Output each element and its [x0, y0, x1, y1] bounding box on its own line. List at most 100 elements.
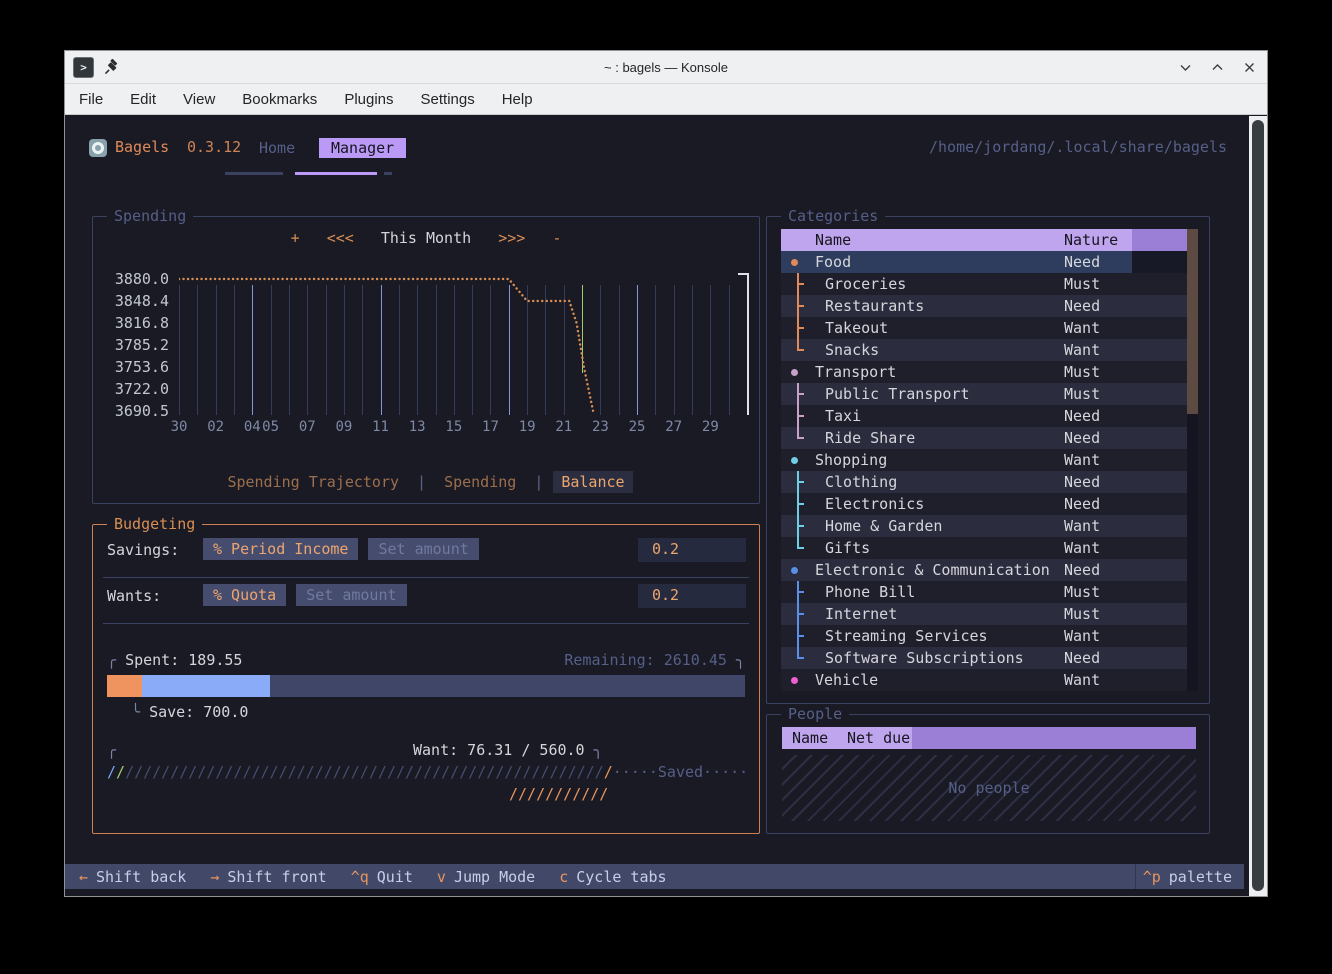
category-nature: Want	[1064, 449, 1100, 471]
category-row-phone-bill[interactable]: Phone BillMust	[781, 581, 1187, 603]
terminal-scrollbar-thumb[interactable]	[1252, 120, 1264, 891]
tab-home[interactable]: Home	[249, 138, 305, 158]
category-dot	[791, 259, 798, 266]
category-name: Ride Share	[825, 427, 915, 449]
category-row-clothing[interactable]: ClothingNeed	[781, 471, 1187, 493]
wants-value-input[interactable]: 0.2	[638, 584, 746, 608]
category-row-transport[interactable]: TransportMust	[781, 361, 1187, 383]
category-row-restaurants[interactable]: RestaurantsNeed	[781, 295, 1187, 317]
next-period-button[interactable]: >>>	[498, 229, 525, 247]
terminal-scrollbar[interactable]	[1249, 116, 1267, 896]
tree-branch-tick	[797, 547, 804, 549]
x-axis-tick: 11	[372, 419, 389, 435]
category-row-ride-share[interactable]: Ride Share Need	[781, 427, 1187, 449]
tree-branch-tick	[797, 327, 804, 329]
menu-edit[interactable]: Edit	[130, 91, 156, 108]
shortcut-key: c	[559, 868, 568, 886]
spending-panel-title: Spending	[107, 207, 193, 225]
shortcut-cycle-tabs[interactable]: cCycle tabs	[559, 868, 666, 886]
category-dot	[791, 567, 798, 574]
menu-bookmarks[interactable]: Bookmarks	[242, 91, 317, 108]
bracket-mark: ╭	[107, 651, 116, 669]
category-row-snacks[interactable]: SnacksWant	[781, 339, 1187, 361]
window-title: ~ : bagels — Konsole	[65, 60, 1267, 75]
category-row-takeout[interactable]: TakeoutWant	[781, 317, 1187, 339]
set-amount-button[interactable]: Set amount	[296, 584, 406, 606]
category-nature: Need	[1064, 427, 1100, 449]
divider	[103, 577, 749, 578]
category-nature: Need	[1064, 251, 1100, 273]
category-name: Groceries	[825, 273, 906, 295]
spent-progress-bar	[107, 675, 745, 697]
category-name: Snacks	[825, 339, 879, 361]
menu-view[interactable]: View	[183, 91, 215, 108]
category-name: Gifts	[825, 537, 870, 559]
category-row-electronics[interactable]: Electronics Need	[781, 493, 1187, 515]
zoom-in-button[interactable]: +	[291, 229, 300, 247]
shortcut-shift-front[interactable]: →Shift front	[210, 868, 326, 886]
category-row-electronic-communication[interactable]: Electronic & CommunicationNeed	[781, 559, 1187, 581]
-period-income-button[interactable]: % Period Income	[203, 538, 358, 560]
y-axis-tick: 3848.4	[107, 291, 169, 311]
period-label: This Month	[381, 229, 471, 247]
y-axis-tick: 3753.6	[107, 357, 169, 377]
categories-scrollbar-thumb[interactable]	[1187, 229, 1198, 414]
tree-branch-tick	[797, 635, 804, 637]
category-row-taxi[interactable]: TaxiNeed	[781, 405, 1187, 427]
menu-help[interactable]: Help	[502, 91, 533, 108]
category-row-food[interactable]: FoodNeed	[781, 251, 1187, 273]
tab-manager[interactable]: Manager	[319, 138, 406, 158]
shortcut-shift-back[interactable]: ←Shift back	[79, 868, 186, 886]
app-version: 0.3.12	[187, 138, 241, 156]
category-row-home-garden[interactable]: Home & GardenWant	[781, 515, 1187, 537]
terminal-screen[interactable]: Bagels 0.3.12 Home Manager /home/jordang…	[65, 116, 1267, 896]
category-name: Electronics	[825, 493, 924, 515]
category-row-vehicle[interactable]: VehicleWant	[781, 669, 1187, 691]
maximize-button[interactable]	[1209, 60, 1225, 76]
category-nature: Want	[1064, 515, 1100, 537]
close-button[interactable]	[1241, 60, 1257, 76]
view-tab-spending[interactable]: Spending	[436, 471, 524, 493]
categories-scrollbar[interactable]	[1187, 229, 1198, 691]
menu-file[interactable]: File	[79, 91, 103, 108]
chart-plot-area	[179, 267, 747, 417]
want-overflow-bar: ///////////	[509, 785, 608, 803]
status-bar: ←Shift back →Shift front ^qQuit vJump Mode c…	[65, 864, 1244, 889]
tab-separator: |	[417, 473, 426, 491]
category-nature: Must	[1064, 581, 1100, 603]
titlebar[interactable]: > ~ : bagels — Konsole	[65, 51, 1267, 84]
category-nature: Must	[1064, 361, 1100, 383]
category-nature: Must	[1064, 383, 1100, 405]
tree-branch-tick	[797, 657, 804, 659]
y-axis-tick: 3816.8	[107, 313, 169, 333]
category-row-public-transport[interactable]: Public TransportMust	[781, 383, 1187, 405]
category-row-internet[interactable]: InternetMust	[781, 603, 1187, 625]
palette-shortcut-key: ^p	[1143, 868, 1161, 886]
category-row-streaming-services[interactable]: Streaming ServicesWant	[781, 625, 1187, 647]
category-row-software-subscriptions[interactable]: Software SubscriptionsNeed	[781, 647, 1187, 669]
view-tab-balance[interactable]: Balance	[553, 471, 632, 493]
save-label: Save: 700.0	[149, 703, 248, 721]
menu-settings[interactable]: Settings	[421, 91, 475, 108]
categories-panel: Categories Name Nature FoodNeedGroceries…	[766, 216, 1210, 704]
shortcut-quit[interactable]: ^qQuit	[351, 868, 413, 886]
category-row-groceries[interactable]: GroceriesMust	[781, 273, 1187, 295]
tree-branch-tick	[797, 305, 804, 307]
set-amount-button[interactable]: Set amount	[368, 538, 478, 560]
tree-branch-tick	[797, 283, 804, 285]
view-tab-spending-trajectory[interactable]: Spending Trajectory	[219, 471, 407, 493]
minimize-button[interactable]	[1177, 60, 1193, 76]
wants-label: Wants:	[107, 587, 161, 605]
zoom-out-button[interactable]: -	[552, 229, 561, 247]
category-nature: Need	[1064, 493, 1100, 515]
-quota-button[interactable]: % Quota	[203, 584, 286, 606]
category-row-gifts[interactable]: GiftsWant	[781, 537, 1187, 559]
category-row-shopping[interactable]: ShoppingWant	[781, 449, 1187, 471]
menu-plugins[interactable]: Plugins	[344, 91, 393, 108]
category-nature: Need	[1064, 471, 1100, 493]
prev-period-button[interactable]: <<<	[327, 229, 354, 247]
shortcut-jump-mode[interactable]: vJump Mode	[437, 868, 535, 886]
bracket-mark: ╮	[736, 651, 745, 669]
tree-branch-tick	[797, 591, 804, 593]
savings-value-input[interactable]: 0.2	[638, 538, 746, 562]
